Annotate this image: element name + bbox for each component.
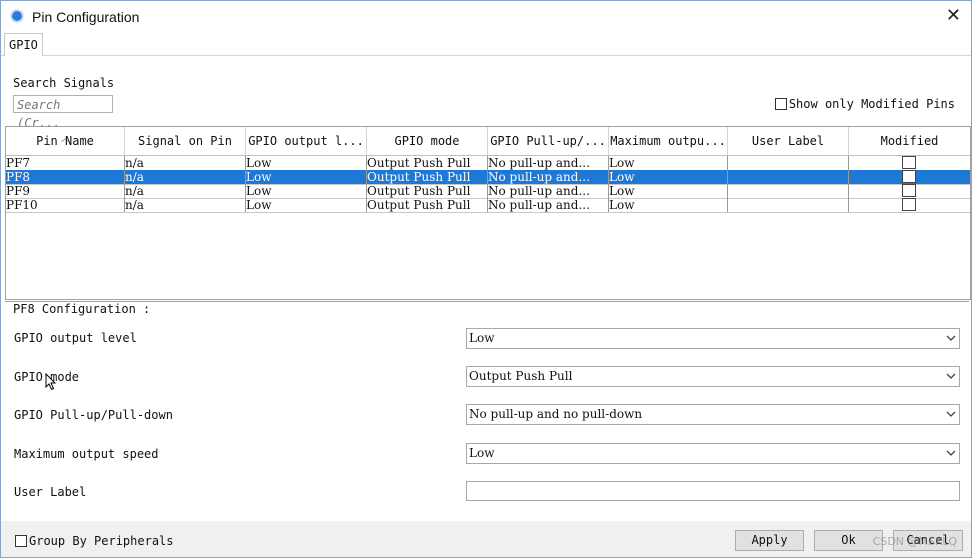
max-speed-cell: Low [609, 198, 728, 212]
column-header-gpio-mode[interactable]: GPIO mode [367, 127, 488, 155]
title-bar: Pin Configuration ✕ [1, 1, 971, 33]
table-row[interactable]: PF10 n/a Low Output Push Pull No pull-up and… [6, 198, 970, 213]
pull-cell: No pull-up and... [488, 170, 609, 184]
pin-name-cell: PF7 [6, 156, 125, 170]
table-row[interactable]: PF8 n/a Low Output Push Pull No pull-up and.… [6, 170, 970, 185]
gpio-mode-cell: Output Push Pull [367, 170, 488, 184]
table-row[interactable]: PF7 n/a Low Output Push Pull No pull-up and.… [6, 156, 970, 171]
output-level-cell: Low [246, 198, 367, 212]
signal-cell: n/a [125, 170, 246, 184]
gpio-mode-cell: Output Push Pull [367, 198, 488, 212]
max-speed-cell: Low [609, 184, 728, 198]
column-header-output-level[interactable]: GPIO output l... [246, 127, 367, 155]
tab-gpio[interactable]: GPIO [4, 33, 43, 56]
pin-table: ︿ Pin Name Signal on Pin GPIO output l...… [5, 126, 971, 300]
modified-checkbox[interactable] [902, 198, 916, 211]
output-level-cell: Low [246, 170, 367, 184]
app-logo-icon [12, 11, 22, 21]
pull-value: No pull-up and no pull-down [469, 407, 643, 421]
modified-checkbox[interactable] [902, 170, 916, 183]
user-label-cell [728, 170, 849, 184]
pull-cell: No pull-up and... [488, 184, 609, 198]
output-level-cell: Low [246, 184, 367, 198]
pin-configuration-window: Pin Configuration ✕ GPIO Search Signals … [0, 0, 972, 558]
output-level-cell: Low [246, 156, 367, 170]
table-header: ︿ Pin Name Signal on Pin GPIO output l...… [6, 127, 970, 156]
gpio-panel: Search Signals Search (Cr... Show only M… [1, 56, 971, 521]
user-label-cell [728, 198, 849, 212]
search-input[interactable]: Search (Cr... [13, 95, 113, 130]
chevron-down-icon [946, 335, 956, 341]
signal-cell: n/a [125, 156, 246, 170]
max-speed-cell: Low [609, 170, 728, 184]
search-label: Search Signals [13, 76, 115, 90]
user-label-input[interactable] [466, 481, 960, 501]
table-row[interactable]: PF9 n/a Low Output Push Pull No pull-up and.… [6, 184, 970, 199]
signal-cell: n/a [125, 184, 246, 198]
gpio-mode-select[interactable]: Output Push Pull [466, 366, 960, 387]
sort-up-icon: ︿ [61, 134, 69, 143]
user-label-cell [728, 184, 849, 198]
mouse-pointer-icon [45, 373, 57, 391]
column-header-pin-name[interactable]: ︿ Pin Name [6, 127, 125, 155]
close-icon[interactable]: ✕ [946, 6, 961, 26]
pull-cell: No pull-up and... [488, 156, 609, 170]
column-header-signal[interactable]: Signal on Pin [125, 127, 246, 155]
max-speed-label: Maximum output speed [14, 447, 159, 461]
user-label-cell [728, 156, 849, 170]
group-by-peripherals[interactable]: Group By Peripherals [15, 533, 174, 548]
output-level-label: GPIO output level [14, 331, 137, 345]
column-header-user-label[interactable]: User Label [728, 127, 849, 155]
gpio-mode-cell: Output Push Pull [367, 156, 488, 170]
show-only-modified[interactable]: Show only Modified Pins [774, 96, 955, 111]
config-title: PF8 Configuration : [13, 302, 151, 316]
pull-cell: No pull-up and... [488, 198, 609, 212]
max-speed-select[interactable]: Low [466, 443, 960, 464]
max-speed-value: Low [469, 446, 495, 460]
pin-config-section: PF8 Configuration : GPIO output level Lo… [5, 301, 969, 520]
show-only-modified-checkbox[interactable] [774, 97, 787, 110]
gpio-mode-cell: Output Push Pull [367, 184, 488, 198]
chevron-down-icon [946, 411, 956, 417]
output-level-select[interactable]: Low [466, 328, 960, 349]
column-header-pull[interactable]: GPIO Pull-up/... [488, 127, 609, 155]
pin-name-cell: PF9 [6, 184, 125, 198]
pin-name-cell: PF8 [6, 170, 125, 184]
modified-checkbox[interactable] [902, 156, 916, 169]
signal-cell: n/a [125, 198, 246, 212]
window-title: Pin Configuration [32, 9, 140, 25]
pull-label: GPIO Pull-up/Pull-down [14, 408, 173, 422]
tab-strip: GPIO [1, 33, 971, 56]
group-by-peripherals-checkbox[interactable] [15, 534, 27, 547]
chevron-down-icon [946, 373, 956, 379]
modified-checkbox[interactable] [902, 184, 916, 197]
group-by-peripherals-label: Group By Peripherals [29, 533, 174, 548]
output-level-value: Low [469, 331, 495, 345]
column-header-max-speed[interactable]: Maximum outpu... [609, 127, 728, 155]
user-label-label: User Label [14, 485, 87, 499]
pin-name-cell: PF10 [6, 198, 125, 212]
pull-select[interactable]: No pull-up and no pull-down [466, 404, 960, 425]
watermark: CSDN @MSKLQ [872, 535, 957, 548]
chevron-down-icon [946, 450, 956, 456]
apply-button[interactable]: Apply [735, 530, 804, 551]
max-speed-cell: Low [609, 156, 728, 170]
footer: Group By Peripherals Apply Ok Cancel CSD… [1, 521, 971, 557]
column-header-modified[interactable]: Modified [849, 127, 970, 155]
gpio-mode-value: Output Push Pull [469, 369, 573, 383]
show-only-modified-label: Show only Modified Pins [788, 96, 955, 111]
